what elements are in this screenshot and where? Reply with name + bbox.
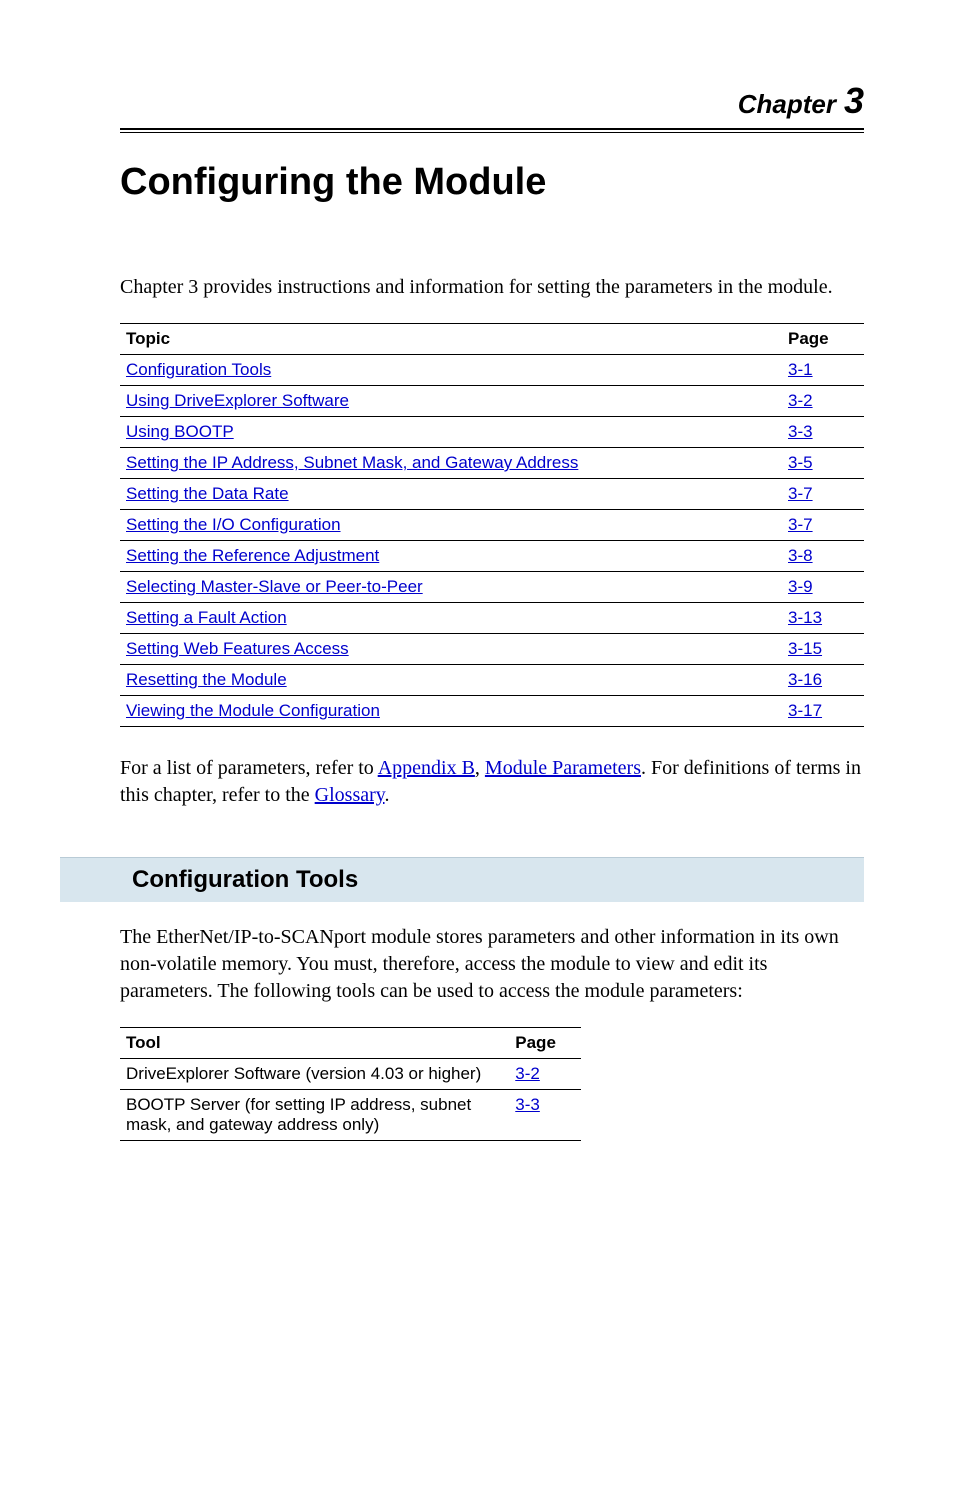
toc-table: Topic Page Configuration Tools 3-1 Using … bbox=[120, 323, 864, 727]
table-row: BOOTP Server (for setting IP address, su… bbox=[120, 1090, 581, 1141]
section-header: Configuration Tools bbox=[60, 857, 864, 902]
table-row: Resetting the Module 3-16 bbox=[120, 665, 864, 696]
table-row: Using DriveExplorer Software 3-2 bbox=[120, 386, 864, 417]
section-heading-text: Configuration Tools bbox=[132, 866, 852, 894]
toc-link[interactable]: Setting the IP Address, Subnet Mask, and… bbox=[126, 453, 578, 472]
toc-page-link[interactable]: 3-2 bbox=[788, 391, 813, 410]
toc-link[interactable]: Using DriveExplorer Software bbox=[126, 391, 349, 410]
tool-table: Tool Page DriveExplorer Software (versio… bbox=[120, 1027, 581, 1141]
tool-header-page: Page bbox=[509, 1028, 581, 1059]
tool-page-link[interactable]: 3-2 bbox=[515, 1064, 540, 1083]
toc-page-link[interactable]: 3-7 bbox=[788, 484, 813, 503]
toc-link[interactable]: Setting the Reference Adjustment bbox=[126, 546, 379, 565]
table-row: Setting the Data Rate 3-7 bbox=[120, 479, 864, 510]
table-row: Viewing the Module Configuration 3-17 bbox=[120, 696, 864, 727]
toc-link[interactable]: Selecting Master-Slave or Peer-to-Peer bbox=[126, 577, 423, 596]
post-toc-paragraph: For a list of parameters, refer to Appen… bbox=[120, 755, 864, 809]
text-fragment: . bbox=[384, 784, 389, 806]
tool-page-link[interactable]: 3-3 bbox=[515, 1095, 540, 1114]
chapter-header: Chapter 3 bbox=[120, 80, 864, 122]
table-row: Setting Web Features Access 3-15 bbox=[120, 634, 864, 665]
table-row: Setting the IP Address, Subnet Mask, and… bbox=[120, 448, 864, 479]
toc-link[interactable]: Setting Web Features Access bbox=[126, 639, 349, 658]
toc-page-link[interactable]: 3-1 bbox=[788, 360, 813, 379]
toc-link[interactable]: Setting the Data Rate bbox=[126, 484, 289, 503]
toc-header-page: Page bbox=[782, 324, 864, 355]
table-row: DriveExplorer Software (version 4.03 or … bbox=[120, 1059, 581, 1090]
table-row: Selecting Master-Slave or Peer-to-Peer 3-… bbox=[120, 572, 864, 603]
page-title: Configuring the Module bbox=[120, 161, 864, 204]
toc-page-link[interactable]: 3-9 bbox=[788, 577, 813, 596]
toc-page-link[interactable]: 3-5 bbox=[788, 453, 813, 472]
section-paragraph: The EtherNet/IP-to-SCANport module store… bbox=[120, 924, 864, 1005]
tool-cell: DriveExplorer Software (version 4.03 or … bbox=[120, 1059, 509, 1090]
toc-link[interactable]: Setting a Fault Action bbox=[126, 608, 287, 627]
table-row: Setting the Reference Adjustment 3-8 bbox=[120, 541, 864, 572]
table-row: Setting a Fault Action 3-13 bbox=[120, 603, 864, 634]
divider-thick bbox=[120, 128, 864, 130]
toc-link[interactable]: Setting the I/O Configuration bbox=[126, 515, 341, 534]
toc-page-link[interactable]: 3-8 bbox=[788, 546, 813, 565]
toc-page-link[interactable]: 3-16 bbox=[788, 670, 822, 689]
toc-page-link[interactable]: 3-7 bbox=[788, 515, 813, 534]
module-parameters-link[interactable]: Module Parameters bbox=[485, 757, 641, 779]
table-row: Configuration Tools 3-1 bbox=[120, 355, 864, 386]
toc-page-link[interactable]: 3-17 bbox=[788, 701, 822, 720]
tool-header-tool: Tool bbox=[120, 1028, 509, 1059]
text-fragment: , bbox=[475, 757, 485, 779]
glossary-link[interactable]: Glossary bbox=[315, 784, 385, 806]
intro-paragraph: Chapter 3 provides instructions and info… bbox=[120, 274, 864, 301]
table-row: Using BOOTP 3-3 bbox=[120, 417, 864, 448]
table-row: Setting the I/O Configuration 3-7 bbox=[120, 510, 864, 541]
toc-link[interactable]: Using BOOTP bbox=[126, 422, 234, 441]
tool-cell: BOOTP Server (for setting IP address, su… bbox=[120, 1090, 509, 1141]
toc-link[interactable]: Resetting the Module bbox=[126, 670, 287, 689]
toc-page-link[interactable]: 3-13 bbox=[788, 608, 822, 627]
toc-page-link[interactable]: 3-3 bbox=[788, 422, 813, 441]
chapter-label: Chapter bbox=[738, 89, 836, 120]
divider-thin bbox=[120, 132, 864, 133]
toc-header-topic: Topic bbox=[120, 324, 782, 355]
toc-link[interactable]: Configuration Tools bbox=[126, 360, 271, 379]
chapter-number: 3 bbox=[844, 80, 864, 122]
appendix-link[interactable]: Appendix B bbox=[378, 757, 475, 779]
toc-page-link[interactable]: 3-15 bbox=[788, 639, 822, 658]
toc-link[interactable]: Viewing the Module Configuration bbox=[126, 701, 380, 720]
text-fragment: For a list of parameters, refer to bbox=[120, 757, 378, 779]
